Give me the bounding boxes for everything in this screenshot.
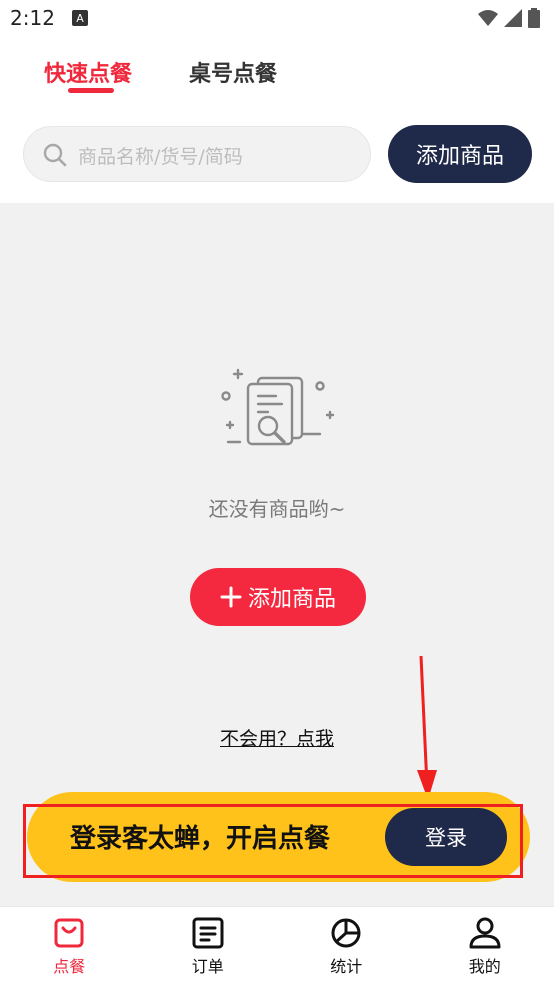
notification-a-icon: A <box>72 10 88 26</box>
pie-chart-icon <box>329 917 363 949</box>
signal-icon <box>504 9 522 27</box>
tab-quick-order[interactable]: 快速点餐 <box>44 56 132 88</box>
status-bar: 2:12 A <box>0 0 554 38</box>
empty-add-product-button[interactable]: 添加商品 <box>190 568 366 626</box>
nav-label: 点餐 <box>53 953 85 977</box>
login-button[interactable]: 登录 <box>385 808 507 866</box>
active-tab-indicator <box>68 88 114 93</box>
bag-icon <box>52 917 86 949</box>
empty-add-product-label: 添加商品 <box>248 581 336 613</box>
battery-icon <box>528 8 540 28</box>
nav-label: 我的 <box>469 953 501 977</box>
nav-label: 统计 <box>330 953 362 977</box>
search-icon <box>42 142 68 168</box>
login-banner-text: 登录客太蝉，开启点餐 <box>70 818 330 855</box>
bottom-navigation: 点餐 订单 统计 我的 <box>0 906 554 985</box>
nav-item-order-food[interactable]: 点餐 <box>0 907 139 985</box>
plus-icon <box>220 586 242 608</box>
user-icon <box>468 917 502 949</box>
nav-item-stats[interactable]: 统计 <box>277 907 416 985</box>
nav-item-orders[interactable]: 订单 <box>139 907 278 985</box>
order-icon <box>191 917 225 949</box>
tab-table-order[interactable]: 桌号点餐 <box>189 56 277 88</box>
wifi-icon <box>478 9 498 27</box>
search-placeholder: 商品名称/货号/简码 <box>78 142 243 169</box>
status-icons <box>478 8 540 28</box>
nav-item-mine[interactable]: 我的 <box>416 907 554 985</box>
add-product-button[interactable]: 添加商品 <box>388 125 532 183</box>
status-time: 2:12 <box>10 6 55 30</box>
empty-state-message: 还没有商品哟~ <box>0 493 554 522</box>
search-input[interactable]: 商品名称/货号/简码 <box>23 126 371 182</box>
svg-text:A: A <box>76 12 84 25</box>
empty-document-search-icon <box>218 368 338 452</box>
help-link[interactable]: 不会用？点我 <box>0 724 554 751</box>
nav-label: 订单 <box>192 953 224 977</box>
